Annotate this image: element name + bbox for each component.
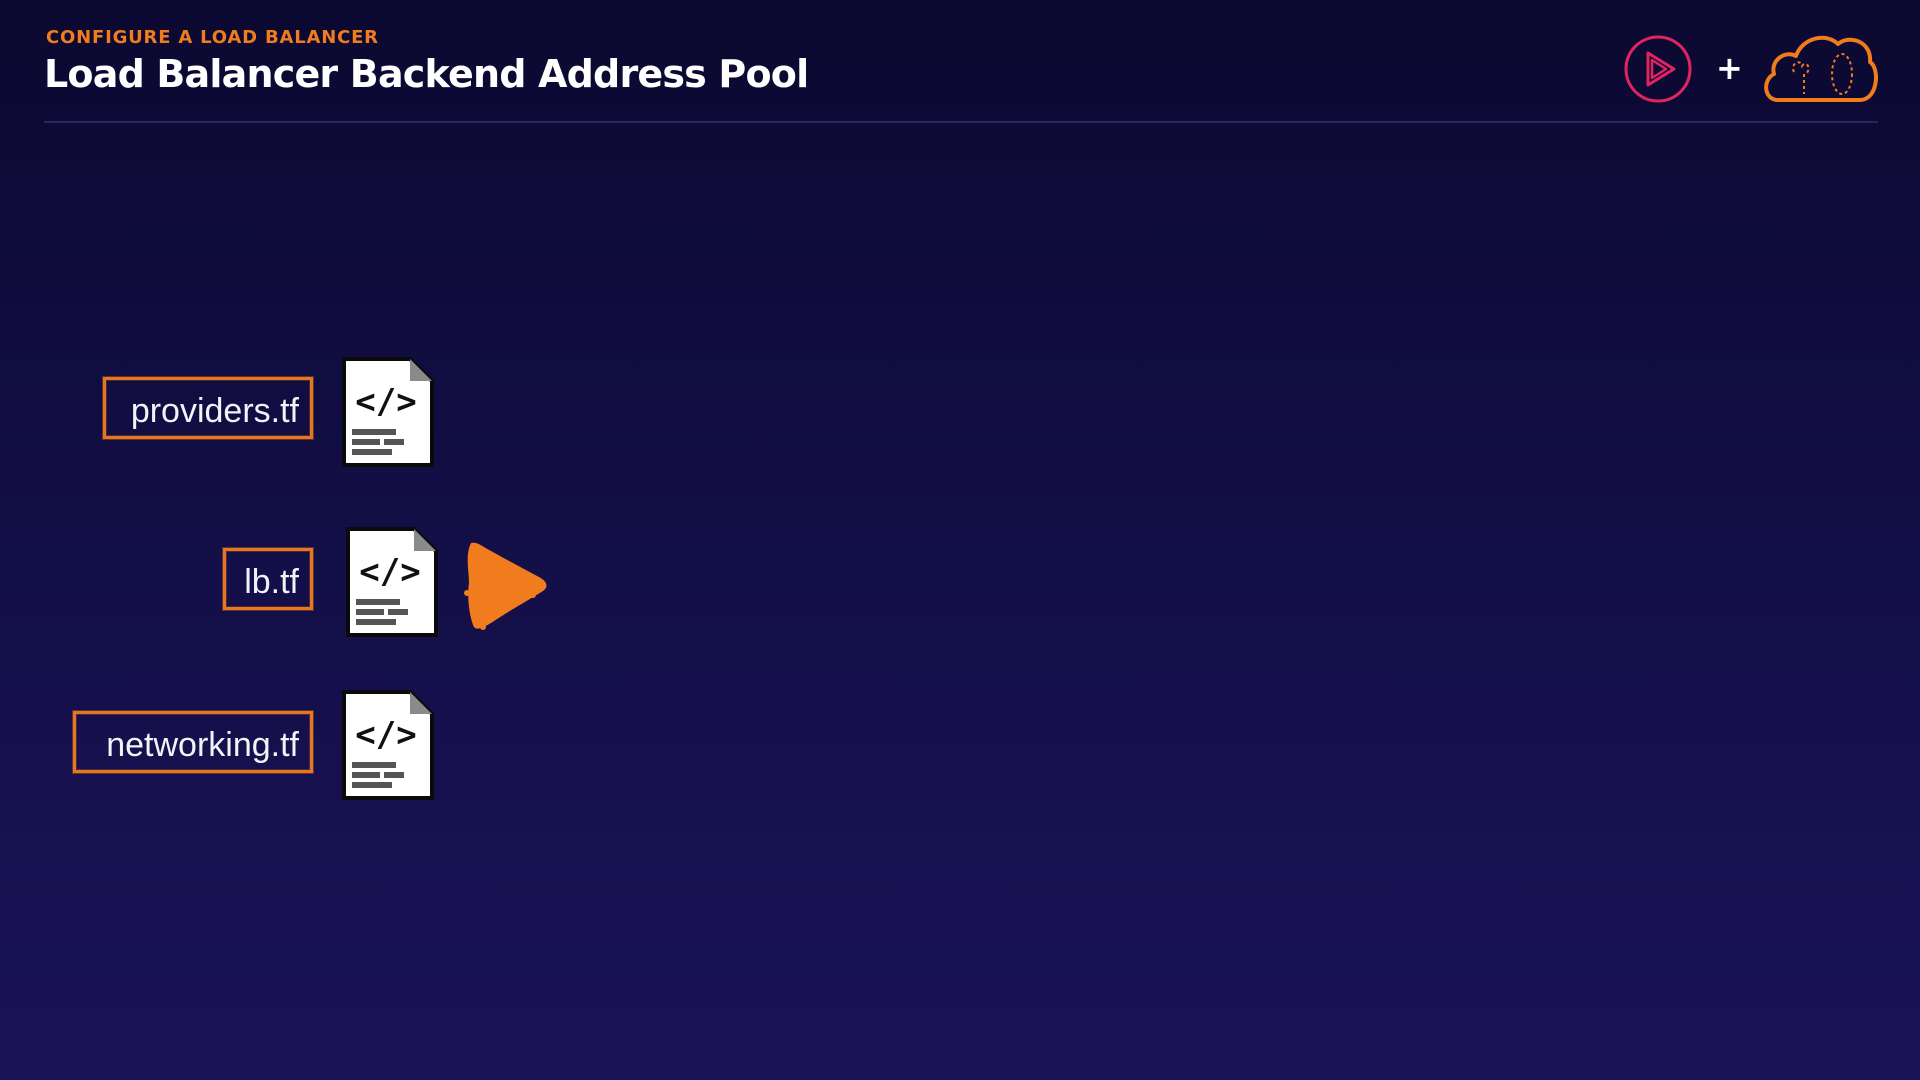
- cloud-logo-icon: [1764, 35, 1878, 102]
- svg-text:</>: </>: [359, 552, 420, 592]
- section-kicker: CONFIGURE A LOAD BALANCER: [46, 27, 379, 48]
- code-file-icon: </>: [342, 690, 434, 800]
- arrow-pointer-icon: [464, 542, 547, 630]
- code-file-icon: </>: [346, 527, 438, 637]
- header-divider: [44, 121, 1878, 123]
- svg-text:</>: </>: [355, 715, 416, 755]
- plus-icon: +: [1716, 49, 1743, 87]
- code-file-icon: </>: [342, 357, 434, 467]
- page-title: Load Balancer Backend Address Pool: [44, 52, 809, 96]
- file-label-providers: providers.tf: [103, 377, 313, 439]
- play-logo-icon: [1624, 35, 1692, 103]
- file-label-networking: networking.tf: [73, 711, 313, 773]
- svg-text:</>: </>: [355, 382, 416, 422]
- file-label-lb: lb.tf: [223, 548, 313, 610]
